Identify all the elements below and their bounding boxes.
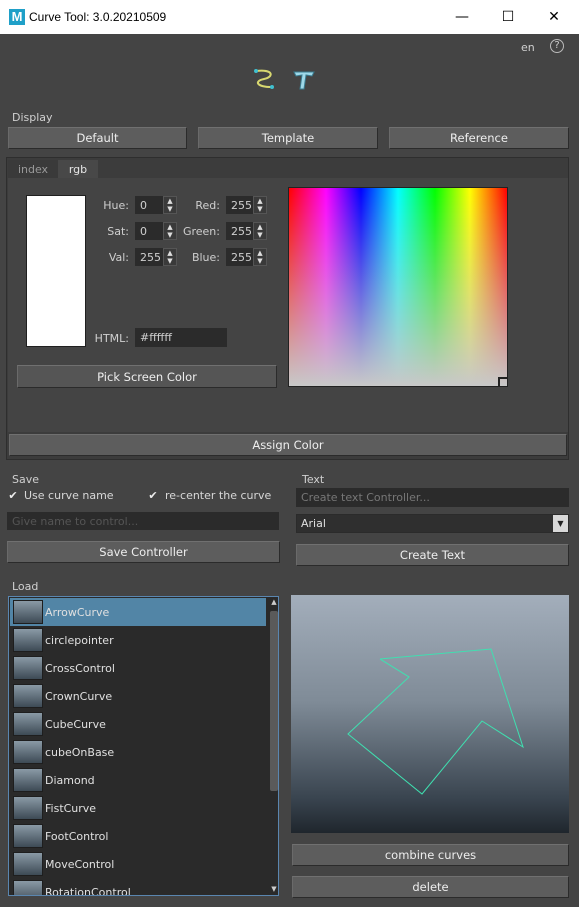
green-label: Green:	[182, 225, 220, 238]
pick-screen-color-button[interactable]: Pick Screen Color	[17, 365, 277, 388]
close-button[interactable]: ✕	[531, 0, 577, 34]
save-section-label: Save	[12, 473, 40, 486]
red-label: Red:	[195, 199, 220, 212]
controller-thumbnail	[13, 656, 43, 680]
minimize-button[interactable]: —	[439, 0, 485, 34]
hue-label: Hue:	[103, 199, 129, 212]
list-item[interactable]: MoveControl	[10, 850, 266, 878]
hue-field[interactable]: 0	[135, 196, 164, 214]
list-item[interactable]: circlepointer	[10, 626, 266, 654]
val-stepper[interactable]: ▲ ▼	[163, 248, 177, 266]
maya-logo-icon: M	[9, 9, 25, 25]
list-item-label: Diamond	[45, 773, 95, 787]
controller-thumbnail	[13, 796, 43, 820]
blue-label: Blue:	[191, 251, 220, 264]
list-item-label: CrownCurve	[45, 689, 113, 703]
controller-list[interactable]: ArrowCurve circlepointer CrossControl Cr…	[8, 596, 279, 896]
html-color-field[interactable]: #ffffff	[135, 328, 227, 347]
use-curve-name-label: Use curve name	[24, 489, 114, 502]
controller-thumbnail	[13, 880, 43, 895]
language-selector[interactable]: en	[521, 41, 535, 54]
green-field[interactable]: 255	[226, 222, 254, 240]
list-item-label: cubeOnBase	[45, 745, 115, 759]
title-bar: M Curve Tool: 3.0.20210509 — ☐ ✕	[0, 0, 579, 34]
load-section-label: Load	[12, 580, 39, 593]
list-item-label: FootControl	[45, 829, 109, 843]
color-spectrum[interactable]	[288, 187, 508, 387]
color-swatch	[26, 195, 86, 347]
spectrum-cursor[interactable]	[498, 377, 508, 387]
text-controller-input[interactable]: Create text Controller...	[296, 488, 569, 507]
text-mode-icon[interactable]	[291, 68, 317, 92]
list-item[interactable]: cubeOnBase	[10, 738, 266, 766]
controller-name-placeholder: Give name to control...	[12, 514, 139, 528]
template-button[interactable]: Template	[198, 127, 378, 149]
create-text-button[interactable]: Create Text	[296, 544, 569, 566]
list-item-label: CubeCurve	[45, 717, 106, 731]
list-item[interactable]: Diamond	[10, 766, 266, 794]
chevron-down-icon[interactable]: ▼	[553, 515, 568, 532]
font-dropdown[interactable]: Arial	[296, 514, 569, 533]
combine-curves-button[interactable]: combine curves	[292, 844, 569, 866]
green-stepper[interactable]: ▲ ▼	[253, 222, 267, 240]
val-label: Val:	[108, 251, 129, 264]
controller-thumbnail	[13, 628, 43, 652]
text-section-label: Text	[302, 473, 325, 486]
curve-mode-icon[interactable]	[252, 67, 278, 91]
controller-thumbnail	[13, 712, 43, 736]
help-icon[interactable]: ?	[550, 39, 564, 53]
curve-preview	[291, 595, 569, 833]
default-button[interactable]: Default	[8, 127, 187, 149]
list-item-label: CrossControl	[45, 661, 115, 675]
sat-label: Sat:	[107, 225, 129, 238]
scroll-up-icon[interactable]: ▲	[269, 598, 278, 608]
tab-index[interactable]: index	[8, 160, 58, 178]
list-item-label: FistCurve	[45, 801, 97, 815]
text-controller-placeholder: Create text Controller...	[301, 491, 430, 504]
list-item[interactable]: FootControl	[10, 822, 266, 850]
blue-field[interactable]: 255	[226, 248, 254, 266]
hue-stepper[interactable]: ▲ ▼	[163, 196, 177, 214]
reference-button[interactable]: Reference	[389, 127, 569, 149]
list-item[interactable]: CrossControl	[10, 654, 266, 682]
scroll-down-icon[interactable]: ▼	[269, 885, 278, 895]
controller-thumbnail	[13, 740, 43, 764]
controller-thumbnail	[13, 768, 43, 792]
list-item[interactable]: CubeCurve	[10, 710, 266, 738]
val-field[interactable]: 255	[135, 248, 164, 266]
list-item-label: circlepointer	[45, 633, 114, 647]
controller-thumbnail	[13, 852, 43, 876]
display-section-label: Display	[12, 111, 53, 124]
sat-stepper[interactable]: ▲ ▼	[163, 222, 177, 240]
red-stepper[interactable]: ▲ ▼	[253, 196, 267, 214]
recenter-checkbox[interactable]: ✔	[147, 489, 159, 502]
recenter-label: re-center the curve	[165, 489, 272, 502]
controller-thumbnail	[13, 824, 43, 848]
controller-name-input[interactable]: Give name to control...	[7, 512, 279, 530]
list-item-label: RotationControl	[45, 885, 131, 896]
controller-thumbnail	[13, 600, 43, 624]
list-item[interactable]: RotationControl	[10, 878, 266, 896]
controller-thumbnail	[13, 684, 43, 708]
list-item-label: ArrowCurve	[45, 605, 110, 619]
list-scrollbar-thumb[interactable]	[270, 611, 278, 791]
arrow-curve-preview	[347, 648, 524, 795]
blue-stepper[interactable]: ▲ ▼	[253, 248, 267, 266]
tab-rgb[interactable]: rgb	[58, 160, 98, 178]
red-field[interactable]: 255	[226, 196, 254, 214]
save-controller-button[interactable]: Save Controller	[7, 541, 280, 563]
list-item[interactable]: CrownCurve	[10, 682, 266, 710]
maximize-button[interactable]: ☐	[485, 0, 531, 34]
html-label: HTML:	[94, 332, 129, 345]
list-item-label: MoveControl	[45, 857, 115, 871]
window-title: Curve Tool: 3.0.20210509	[29, 10, 167, 24]
use-curve-name-checkbox[interactable]: ✔	[7, 489, 19, 502]
list-item[interactable]: FistCurve	[10, 794, 266, 822]
font-dropdown-value: Arial	[301, 517, 326, 530]
assign-color-button[interactable]: Assign Color	[9, 434, 567, 456]
list-item[interactable]: ArrowCurve	[10, 598, 266, 626]
sat-field[interactable]: 0	[135, 222, 164, 240]
delete-button[interactable]: delete	[292, 876, 569, 898]
